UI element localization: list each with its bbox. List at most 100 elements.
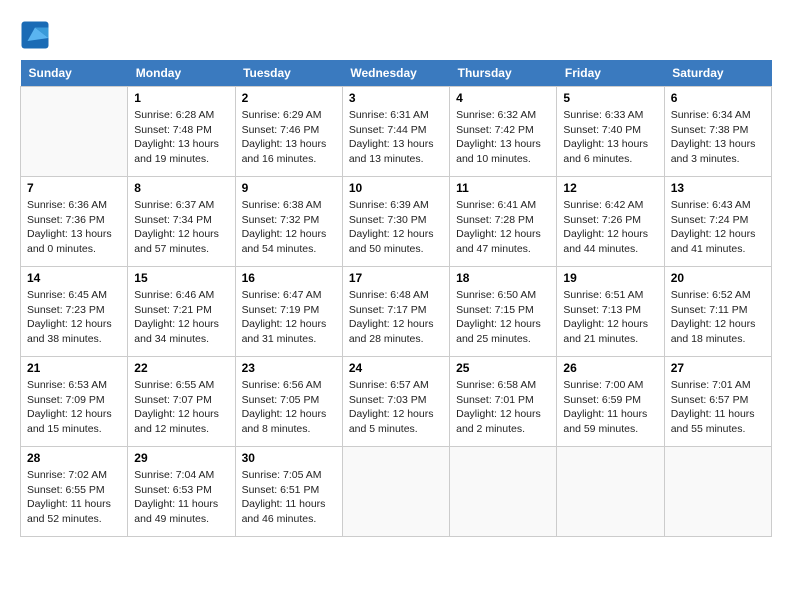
cell-content: Sunrise: 6:58 AMSunset: 7:01 PMDaylight:… <box>456 378 550 437</box>
day-number: 2 <box>242 91 336 105</box>
day-number: 22 <box>134 361 228 375</box>
calendar-cell: 27 Sunrise: 7:01 AMSunset: 6:57 PMDayligh… <box>664 357 771 447</box>
calendar-cell: 4Sunrise: 6:32 AMSunset: 7:42 PMDaylight… <box>450 87 557 177</box>
calendar-cell: 26 Sunrise: 7:00 AMSunset: 6:59 PMDayligh… <box>557 357 664 447</box>
weekday-header: Saturday <box>664 60 771 87</box>
calendar-cell: 12 Sunrise: 6:42 AMSunset: 7:26 PMDayligh… <box>557 177 664 267</box>
calendar-cell <box>664 447 771 537</box>
day-number: 21 <box>27 361 121 375</box>
calendar-cell: 23 Sunrise: 6:56 AMSunset: 7:05 PMDayligh… <box>235 357 342 447</box>
weekday-header: Tuesday <box>235 60 342 87</box>
calendar-cell: 15 Sunrise: 6:46 AMSunset: 7:21 PMDayligh… <box>128 267 235 357</box>
weekday-header: Sunday <box>21 60 128 87</box>
day-number: 26 <box>563 361 657 375</box>
cell-content: Sunrise: 7:02 AMSunset: 6:55 PMDaylight:… <box>27 468 121 527</box>
cell-content: Sunrise: 6:41 AMSunset: 7:28 PMDaylight:… <box>456 198 550 257</box>
weekday-header: Wednesday <box>342 60 449 87</box>
calendar-cell: 5 Sunrise: 6:33 AMSunset: 7:40 PMDaylight… <box>557 87 664 177</box>
day-number: 24 <box>349 361 443 375</box>
calendar-cell: 2 Sunrise: 6:29 AMSunset: 7:46 PMDaylight… <box>235 87 342 177</box>
cell-content: Sunrise: 6:51 AMSunset: 7:13 PMDaylight:… <box>563 288 657 347</box>
calendar-cell: 21 Sunrise: 6:53 AMSunset: 7:09 PMDayligh… <box>21 357 128 447</box>
calendar-week-row: 7Sunrise: 6:36 AMSunset: 7:36 PMDaylight… <box>21 177 772 267</box>
calendar-table: SundayMondayTuesdayWednesdayThursdayFrid… <box>20 60 772 537</box>
day-number: 30 <box>242 451 336 465</box>
day-number: 9 <box>242 181 336 195</box>
cell-content: Sunrise: 7:01 AMSunset: 6:57 PMDaylight:… <box>671 378 765 437</box>
day-number: 11 <box>456 181 550 195</box>
cell-content: Sunrise: 6:55 AMSunset: 7:07 PMDaylight:… <box>134 378 228 437</box>
calendar-cell: 16 Sunrise: 6:47 AMSunset: 7:19 PMDayligh… <box>235 267 342 357</box>
calendar-cell: 10Sunrise: 6:39 AMSunset: 7:30 PMDayligh… <box>342 177 449 267</box>
day-number: 14 <box>27 271 121 285</box>
day-number: 29 <box>134 451 228 465</box>
cell-content: Sunrise: 6:33 AMSunset: 7:40 PMDaylight:… <box>563 108 657 167</box>
day-number: 20 <box>671 271 765 285</box>
cell-content: Sunrise: 6:45 AMSunset: 7:23 PMDaylight:… <box>27 288 121 347</box>
day-number: 4 <box>456 91 550 105</box>
calendar-cell: 3 Sunrise: 6:31 AMSunset: 7:44 PMDaylight… <box>342 87 449 177</box>
cell-content: Sunrise: 6:31 AMSunset: 7:44 PMDaylight:… <box>349 108 443 167</box>
weekday-header: Friday <box>557 60 664 87</box>
calendar-cell: 19Sunrise: 6:51 AMSunset: 7:13 PMDayligh… <box>557 267 664 357</box>
calendar-cell: 29Sunrise: 7:04 AMSunset: 6:53 PMDayligh… <box>128 447 235 537</box>
calendar-week-row: 1 Sunrise: 6:28 AMSunset: 7:48 PMDaylight… <box>21 87 772 177</box>
weekday-header: Thursday <box>450 60 557 87</box>
page-header <box>20 20 772 50</box>
day-number: 27 <box>671 361 765 375</box>
cell-content: Sunrise: 7:00 AMSunset: 6:59 PMDaylight:… <box>563 378 657 437</box>
weekday-header: Monday <box>128 60 235 87</box>
day-number: 18 <box>456 271 550 285</box>
cell-content: Sunrise: 6:48 AMSunset: 7:17 PMDaylight:… <box>349 288 443 347</box>
day-number: 1 <box>134 91 228 105</box>
cell-content: Sunrise: 6:50 AMSunset: 7:15 PMDaylight:… <box>456 288 550 347</box>
cell-content: Sunrise: 6:42 AMSunset: 7:26 PMDaylight:… <box>563 198 657 257</box>
cell-content: Sunrise: 6:39 AMSunset: 7:30 PMDaylight:… <box>349 198 443 257</box>
day-number: 25 <box>456 361 550 375</box>
day-number: 6 <box>671 91 765 105</box>
cell-content: Sunrise: 6:57 AMSunset: 7:03 PMDaylight:… <box>349 378 443 437</box>
cell-content: Sunrise: 6:46 AMSunset: 7:21 PMDaylight:… <box>134 288 228 347</box>
calendar-cell <box>342 447 449 537</box>
calendar-week-row: 21 Sunrise: 6:53 AMSunset: 7:09 PMDayligh… <box>21 357 772 447</box>
day-number: 23 <box>242 361 336 375</box>
calendar-cell: 1 Sunrise: 6:28 AMSunset: 7:48 PMDaylight… <box>128 87 235 177</box>
cell-content: Sunrise: 6:47 AMSunset: 7:19 PMDaylight:… <box>242 288 336 347</box>
calendar-cell: 20 Sunrise: 6:52 AMSunset: 7:11 PMDayligh… <box>664 267 771 357</box>
calendar-cell: 6 Sunrise: 6:34 AMSunset: 7:38 PMDaylight… <box>664 87 771 177</box>
day-number: 16 <box>242 271 336 285</box>
cell-content: Sunrise: 6:56 AMSunset: 7:05 PMDaylight:… <box>242 378 336 437</box>
day-number: 17 <box>349 271 443 285</box>
calendar-cell: 25 Sunrise: 6:58 AMSunset: 7:01 PMDayligh… <box>450 357 557 447</box>
cell-content: Sunrise: 6:34 AMSunset: 7:38 PMDaylight:… <box>671 108 765 167</box>
calendar-cell: 17 Sunrise: 6:48 AMSunset: 7:17 PMDayligh… <box>342 267 449 357</box>
calendar-cell: 22 Sunrise: 6:55 AMSunset: 7:07 PMDayligh… <box>128 357 235 447</box>
calendar-cell: 9 Sunrise: 6:38 AMSunset: 7:32 PMDaylight… <box>235 177 342 267</box>
day-number: 15 <box>134 271 228 285</box>
cell-content: Sunrise: 7:05 AMSunset: 6:51 PMDaylight:… <box>242 468 336 527</box>
calendar-week-row: 14 Sunrise: 6:45 AMSunset: 7:23 PMDayligh… <box>21 267 772 357</box>
calendar-cell <box>450 447 557 537</box>
day-number: 12 <box>563 181 657 195</box>
calendar-cell: 11 Sunrise: 6:41 AMSunset: 7:28 PMDayligh… <box>450 177 557 267</box>
calendar-cell: 14 Sunrise: 6:45 AMSunset: 7:23 PMDayligh… <box>21 267 128 357</box>
cell-content: Sunrise: 6:29 AMSunset: 7:46 PMDaylight:… <box>242 108 336 167</box>
calendar-cell <box>21 87 128 177</box>
calendar-cell: 30 Sunrise: 7:05 AMSunset: 6:51 PMDayligh… <box>235 447 342 537</box>
calendar-cell: 18 Sunrise: 6:50 AMSunset: 7:15 PMDayligh… <box>450 267 557 357</box>
day-number: 7 <box>27 181 121 195</box>
cell-content: Sunrise: 6:43 AMSunset: 7:24 PMDaylight:… <box>671 198 765 257</box>
cell-content: Sunrise: 6:28 AMSunset: 7:48 PMDaylight:… <box>134 108 228 167</box>
calendar-cell: 28Sunrise: 7:02 AMSunset: 6:55 PMDayligh… <box>21 447 128 537</box>
day-number: 3 <box>349 91 443 105</box>
logo <box>20 20 55 50</box>
calendar-header-row: SundayMondayTuesdayWednesdayThursdayFrid… <box>21 60 772 87</box>
cell-content: Sunrise: 6:53 AMSunset: 7:09 PMDaylight:… <box>27 378 121 437</box>
calendar-cell <box>557 447 664 537</box>
cell-content: Sunrise: 6:52 AMSunset: 7:11 PMDaylight:… <box>671 288 765 347</box>
logo-icon <box>20 20 50 50</box>
calendar-cell: 24 Sunrise: 6:57 AMSunset: 7:03 PMDayligh… <box>342 357 449 447</box>
day-number: 5 <box>563 91 657 105</box>
day-number: 13 <box>671 181 765 195</box>
cell-content: Sunrise: 6:38 AMSunset: 7:32 PMDaylight:… <box>242 198 336 257</box>
